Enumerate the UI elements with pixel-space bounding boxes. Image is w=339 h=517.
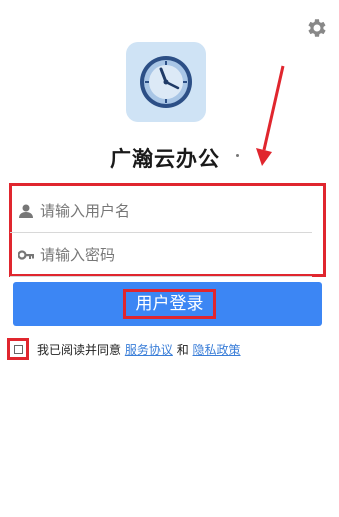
agreement-prefix: 我已阅读并同意 bbox=[37, 343, 122, 357]
gear-icon bbox=[308, 19, 326, 37]
agreement-checkbox[interactable] bbox=[14, 345, 23, 354]
login-label-highlight-box: 用户登录 bbox=[123, 289, 216, 319]
login-button-label: 用户登录 bbox=[135, 294, 204, 314]
app-logo bbox=[126, 42, 206, 122]
service-agreement-link[interactable]: 服务协议 bbox=[125, 342, 173, 358]
decorative-dot bbox=[236, 154, 239, 157]
password-input[interactable] bbox=[40, 243, 302, 267]
privacy-policy-link[interactable]: 隐私政策 bbox=[193, 342, 241, 358]
clock-logo-icon bbox=[140, 56, 192, 108]
password-field[interactable] bbox=[10, 233, 312, 277]
settings-button[interactable] bbox=[305, 16, 329, 40]
username-input[interactable] bbox=[40, 199, 302, 223]
agreement-conjunction: 和 bbox=[176, 343, 189, 357]
user-icon bbox=[19, 204, 33, 218]
agreement-checkbox-highlight-box bbox=[7, 338, 29, 360]
app-title: 广瀚云办公 bbox=[110, 147, 220, 171]
username-field[interactable] bbox=[10, 189, 312, 233]
key-icon bbox=[18, 250, 34, 260]
agreement-text: 我已阅读并同意 服务协议 和 隐私政策 bbox=[37, 342, 241, 358]
